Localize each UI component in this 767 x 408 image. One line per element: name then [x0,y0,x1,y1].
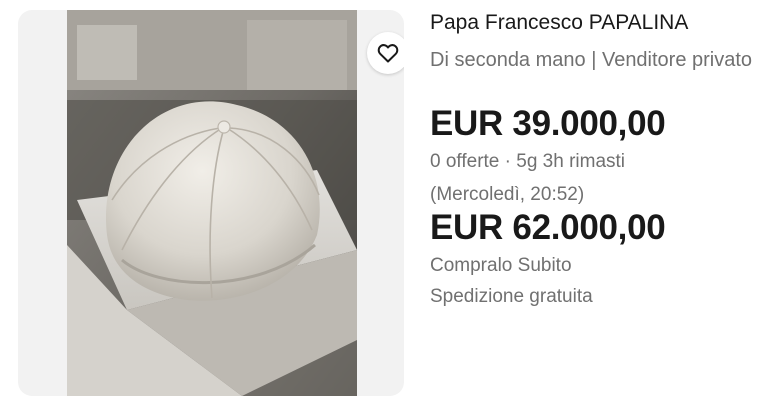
end-time: (Mercoledì, 20:52) [430,184,585,205]
buy-now-label: Compralo Subito [430,255,572,276]
listing-image-card[interactable] [18,10,404,396]
listing-title[interactable]: Papa Francesco PAPALINA [430,11,688,35]
listing-photo [67,10,357,396]
shipping-info: Spedizione gratuita [430,286,593,307]
watch-button[interactable] [367,32,404,74]
auction-price: EUR 39.000,00 [430,104,666,143]
heart-icon [377,44,399,63]
bids-time-left: 0 offerte · 5g 3h rimasti [430,151,626,172]
buy-now-price: EUR 62.000,00 [430,208,666,247]
listing-condition: Di seconda mano | Venditore privato [430,49,753,71]
